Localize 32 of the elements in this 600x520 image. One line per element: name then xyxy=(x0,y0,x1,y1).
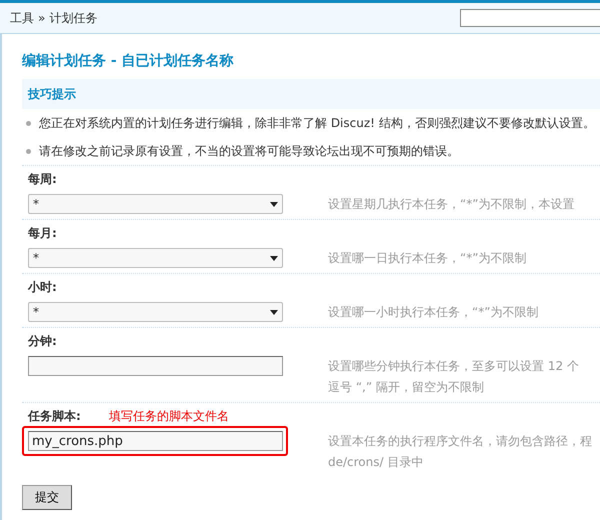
field-label: 每月: xyxy=(28,224,57,242)
dropdown[interactable]: * xyxy=(28,194,283,214)
breadcrumb-link[interactable]: 工具 xyxy=(10,10,34,26)
dropdown[interactable]: * xyxy=(28,248,283,268)
field-label: 小时: xyxy=(28,278,57,296)
field-label: 每周: xyxy=(28,170,57,188)
tips-header: 技巧提示 xyxy=(22,79,600,109)
field-hint: 设置哪些分钟执行本任务，至多可以设置 12 个 xyxy=(328,358,579,375)
breadcrumb-link[interactable]: 计划任务 xyxy=(49,10,98,26)
tip-text: 请在修改之前记录原有设置，不当的设置将可能导致论坛出现不可预期的错误。 xyxy=(39,142,459,160)
page-heading: 编辑计划任务 - 自已计划任务名称 xyxy=(22,52,235,70)
field-hint: 设置本任务的执行程序文件名，请勿包含路径，程 xyxy=(328,433,592,450)
field-hint: de/crons/ 目录中 xyxy=(328,454,424,471)
field-hint: 设置星期几执行本任务，“*”为不限制，本设置 xyxy=(328,196,574,213)
field-hint: 设置哪一小时执行本任务，“*”为不限制 xyxy=(328,304,538,321)
caret-icon xyxy=(270,310,278,314)
annotation-text: 填写任务的脚本文件名 xyxy=(108,408,229,424)
caret-icon xyxy=(270,256,278,260)
field-hint: 设置哪一日执行本任务，“*”为不限制 xyxy=(328,250,526,267)
search-field[interactable] xyxy=(460,9,600,27)
bullet-icon xyxy=(26,120,31,126)
field-label: 分钟: xyxy=(28,332,57,350)
breadcrumb-separator: » xyxy=(38,11,46,25)
field-hint: 逗号 “,” 隔开，留空为不限制 xyxy=(328,379,485,396)
text-field[interactable]: my_crons.php xyxy=(28,431,283,451)
bullet-icon xyxy=(26,148,31,154)
text-field[interactable] xyxy=(28,356,283,376)
dropdown[interactable]: * xyxy=(28,302,283,322)
tip-text: 您正在对系统内置的计划任务进行编辑，除非非常了解 Discuz! 结构，否则强烈建议不要修改默认设置。 xyxy=(39,114,595,132)
caret-icon xyxy=(270,202,278,206)
field-label: 任务脚本: xyxy=(28,408,81,424)
submit-button[interactable]: 提交 xyxy=(22,485,72,510)
